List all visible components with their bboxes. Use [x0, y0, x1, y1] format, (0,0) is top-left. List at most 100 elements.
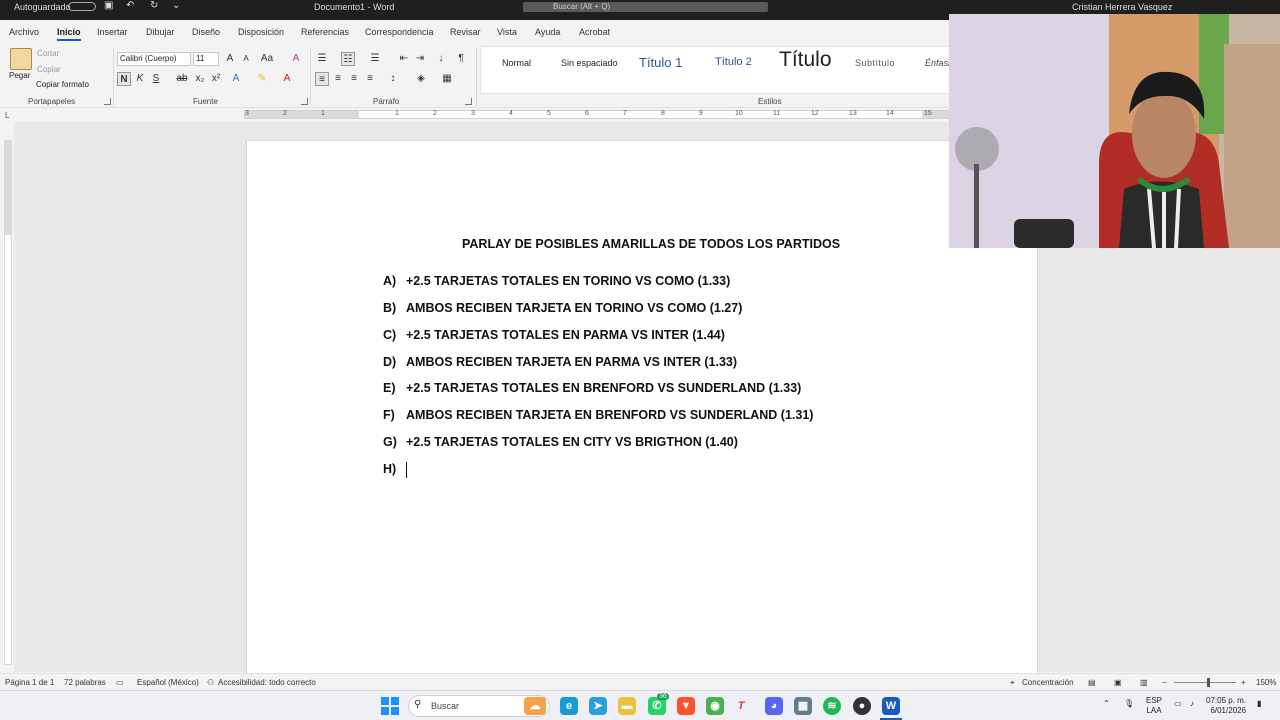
- sort-icon[interactable]: ↓: [434, 52, 448, 66]
- align-right-icon[interactable]: ≡: [347, 72, 361, 86]
- zoom-slider[interactable]: [1174, 682, 1236, 683]
- microphone-icon[interactable]: 🎙: [1124, 699, 1134, 709]
- print-layout-icon[interactable]: ▣: [1114, 678, 1122, 687]
- font-color-icon[interactable]: A: [280, 72, 294, 86]
- autosave-toggle[interactable]: [68, 2, 96, 11]
- superscript-icon[interactable]: x²: [209, 72, 223, 86]
- redo-icon[interactable]: ↻: [150, 1, 160, 11]
- tab-referencias[interactable]: Referencias: [301, 27, 349, 37]
- line-spacing-icon[interactable]: ↕: [386, 72, 400, 86]
- windows-start-icon[interactable]: [381, 697, 399, 715]
- show-marks-icon[interactable]: ¶: [454, 52, 468, 66]
- style-sin-espaciado[interactable]: Sin espaciado: [561, 58, 618, 68]
- style-titulo-2[interactable]: Título 2: [715, 56, 752, 68]
- focus-mode-button[interactable]: Concentración: [1022, 678, 1074, 687]
- horizontal-ruler[interactable]: 3 2 1 1 2 3 4 5 6 7 8 9 10 11 12 13 14 1…: [244, 110, 949, 119]
- decrease-indent-icon[interactable]: ⇤: [397, 52, 411, 66]
- document-page[interactable]: [246, 140, 1038, 674]
- customize-chevron-icon[interactable]: ⌄: [172, 1, 182, 11]
- clipboard-launcher-icon[interactable]: [104, 98, 111, 105]
- grow-font-icon[interactable]: A: [223, 52, 237, 66]
- document-heading[interactable]: PARLAY DE POSIBLES AMARILLAS DE TODOS LO…: [462, 237, 840, 251]
- widgets-icon[interactable]: ☁: [524, 697, 546, 715]
- strikethrough-icon[interactable]: ab: [175, 72, 189, 86]
- paste-button[interactable]: Pegar: [9, 71, 30, 80]
- shrink-font-icon[interactable]: A: [239, 52, 253, 66]
- subscript-icon[interactable]: x₂: [193, 72, 207, 86]
- discord-icon[interactable]: ◕: [765, 697, 783, 715]
- brave-icon[interactable]: ▼: [677, 697, 695, 715]
- word-count[interactable]: 72 palabras: [64, 678, 106, 687]
- zoom-in-icon[interactable]: +: [1241, 678, 1246, 687]
- calculator-icon[interactable]: ▦: [794, 697, 812, 715]
- text-effects-icon[interactable]: A: [229, 72, 243, 86]
- increase-indent-icon[interactable]: ⇥: [413, 52, 427, 66]
- title-search-input[interactable]: Buscar (Alt + Q): [523, 2, 768, 12]
- tab-revisar[interactable]: Revisar: [450, 27, 481, 37]
- tab-diseno[interactable]: Diseño: [192, 27, 220, 37]
- paste-icon[interactable]: [10, 48, 32, 70]
- spotify-icon[interactable]: ≋: [823, 697, 841, 715]
- read-mode-icon[interactable]: ▤: [1088, 678, 1096, 687]
- numbering-icon[interactable]: ☷: [341, 52, 355, 66]
- vertical-ruler[interactable]: [4, 140, 12, 665]
- chrome-icon[interactable]: ◉: [706, 697, 724, 715]
- justify-icon[interactable]: ≡: [363, 72, 377, 86]
- cut-button[interactable]: Cortar: [37, 49, 59, 58]
- align-left-icon[interactable]: ≡: [315, 72, 329, 86]
- zoom-level[interactable]: 150%: [1256, 678, 1276, 687]
- underline-icon[interactable]: S: [149, 72, 163, 86]
- tray-chevron-icon[interactable]: ⌃: [1103, 699, 1110, 709]
- language-indicator[interactable]: Español (México): [137, 678, 199, 687]
- highlight-icon[interactable]: ✎: [255, 72, 269, 86]
- zoom-out-icon[interactable]: −: [1162, 678, 1167, 687]
- input-language[interactable]: ESP LAA: [1146, 696, 1162, 716]
- tab-dibujar[interactable]: Dibujar: [146, 27, 175, 37]
- tab-correspondencia[interactable]: Correspondencia: [365, 27, 434, 37]
- obs-icon[interactable]: ●: [853, 697, 871, 715]
- italic-icon[interactable]: K: [133, 72, 147, 86]
- font-launcher-icon[interactable]: [301, 98, 308, 105]
- bold-icon[interactable]: N: [117, 72, 131, 86]
- zoom-slider-thumb[interactable]: [1207, 678, 1210, 687]
- shading-icon[interactable]: ◈: [414, 72, 428, 86]
- volume-icon[interactable]: ♪: [1190, 699, 1194, 709]
- clock[interactable]: 07:05 p. m. 6/01/2026: [1206, 696, 1246, 716]
- paragraph-launcher-icon[interactable]: [465, 98, 472, 105]
- style-subtitulo[interactable]: Subtítulo: [855, 58, 895, 68]
- format-painter-button[interactable]: Copiar formato: [36, 80, 89, 89]
- telegram-icon[interactable]: ➤: [589, 697, 607, 715]
- font-size-select[interactable]: 11: [193, 52, 219, 66]
- tab-selector-icon[interactable]: L: [5, 111, 9, 120]
- tab-disposicion[interactable]: Disposición: [238, 27, 284, 37]
- tab-vista[interactable]: Vista: [497, 27, 517, 37]
- save-icon[interactable]: ▣: [104, 1, 114, 11]
- font-family-select[interactable]: Calibri (Cuerpo): [117, 52, 191, 66]
- align-center-icon[interactable]: ≡: [331, 72, 345, 86]
- typing-app-icon[interactable]: T: [732, 697, 750, 715]
- page-count[interactable]: Página 1 de 1: [5, 678, 54, 687]
- word-icon[interactable]: W: [882, 697, 900, 715]
- proofing-icon[interactable]: ▭: [116, 678, 124, 687]
- user-name[interactable]: Cristian Herrera Vasquez: [1072, 2, 1172, 12]
- tab-inicio[interactable]: Inicio: [57, 27, 81, 41]
- accessibility-status[interactable]: Accesibilidad: todo correcto: [218, 678, 316, 687]
- style-titulo[interactable]: Título: [779, 48, 832, 72]
- web-layout-icon[interactable]: ▥: [1140, 678, 1148, 687]
- style-normal[interactable]: Normal: [502, 58, 531, 68]
- tab-acrobat[interactable]: Acrobat: [579, 27, 610, 37]
- copy-button[interactable]: Copiar: [37, 65, 61, 74]
- borders-icon[interactable]: ▦: [440, 72, 454, 86]
- clear-format-icon[interactable]: A: [289, 52, 303, 66]
- style-titulo-1[interactable]: Título 1: [639, 55, 682, 70]
- undo-icon[interactable]: ↶: [126, 1, 136, 11]
- tab-insertar[interactable]: Insertar: [97, 27, 128, 37]
- edge-icon[interactable]: e: [560, 697, 578, 715]
- bullets-icon[interactable]: ☰: [315, 52, 329, 66]
- tab-ayuda[interactable]: Ayuda: [535, 27, 560, 37]
- file-explorer-icon[interactable]: ▬: [618, 697, 636, 715]
- network-icon[interactable]: ▭: [1174, 699, 1182, 709]
- change-case-icon[interactable]: Aa: [260, 52, 274, 66]
- multilevel-list-icon[interactable]: ☰: [368, 52, 382, 66]
- tab-archivo[interactable]: Archivo: [9, 27, 39, 37]
